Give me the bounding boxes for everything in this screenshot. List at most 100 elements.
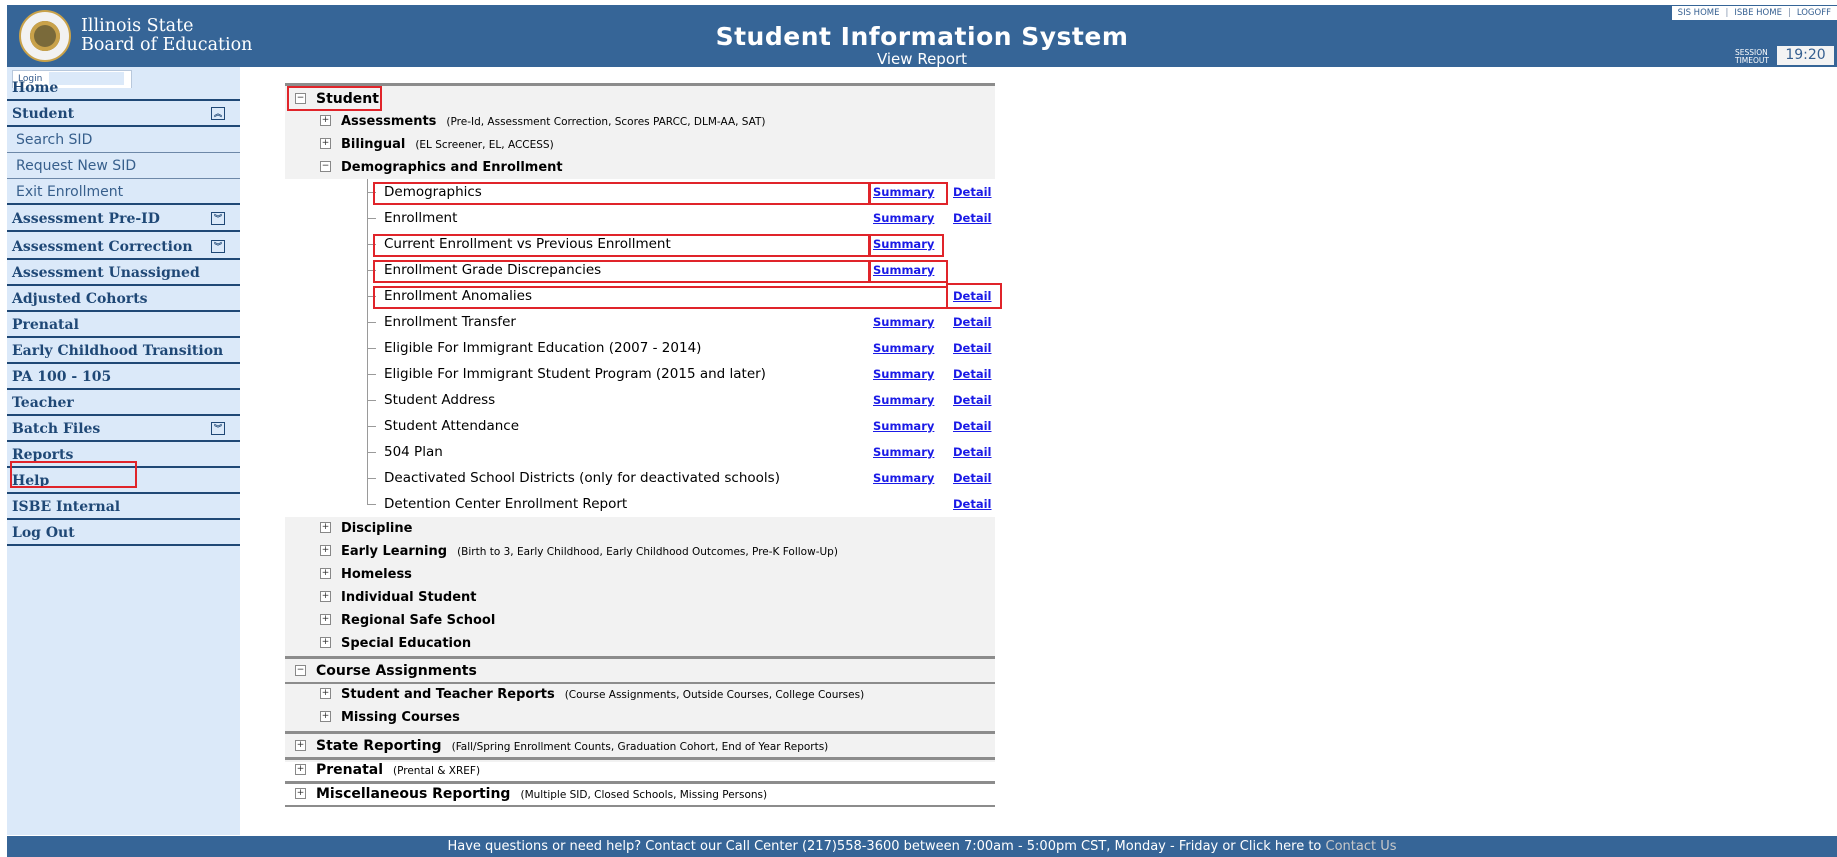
summary-link[interactable]: Summary (873, 413, 934, 439)
category-prenatal[interactable]: + Prenatal (Prental & XREF) (285, 758, 1005, 782)
detail-link[interactable]: Detail (953, 465, 992, 491)
summary-link[interactable]: Summary (873, 361, 934, 387)
sidebar-item-prenatal[interactable]: Prenatal (7, 312, 240, 338)
sidebar-item-exit-enrollment[interactable]: Exit Enrollment (7, 179, 240, 205)
category-label: Miscellaneous Reporting (316, 786, 511, 802)
report-row: Eligible For Immigrant Student Program (… (285, 361, 995, 387)
sidebar-item-batch-files[interactable]: Batch Files ︾ (7, 416, 240, 442)
sidebar-item-label: Exit Enrollment (16, 184, 124, 200)
subcategory-student-teacher-reports[interactable]: + Student and Teacher Reports (Course Assi… (320, 683, 864, 706)
category-course-assignments[interactable]: − Course Assignments (285, 659, 1005, 683)
summary-link[interactable]: Summary (873, 439, 934, 465)
summary-link[interactable]: Summary (873, 205, 934, 231)
detail-link[interactable]: Detail (953, 387, 992, 413)
expand-icon[interactable]: + (320, 568, 331, 579)
logoff-link[interactable]: LOGOFF (1797, 8, 1831, 18)
sidebar-item-early-childhood-transition[interactable]: Early Childhood Transition (7, 338, 240, 364)
subcategory-homeless[interactable]: + Homeless (320, 563, 412, 586)
sidebar-item-pa-100-105[interactable]: PA 100 - 105 (7, 364, 240, 390)
sidebar-item-search-sid[interactable]: Search SID (7, 127, 240, 153)
sis-home-link[interactable]: SIS HOME (1678, 8, 1720, 18)
collapse-icon[interactable]: − (320, 161, 331, 172)
summary-link[interactable]: Summary (873, 465, 934, 491)
chevron-down-icon[interactable]: ︾ (211, 240, 225, 253)
subcategory-special-education[interactable]: + Special Education (320, 632, 471, 655)
subcategory-bilingual[interactable]: + Bilingual (EL Screener, EL, ACCESS) (320, 133, 554, 156)
expand-icon[interactable]: + (320, 614, 331, 625)
detail-link[interactable]: Detail (953, 413, 992, 439)
expand-icon[interactable]: + (320, 115, 331, 126)
session-timer: 19:20 (1777, 46, 1834, 65)
category-state-reporting[interactable]: + State Reporting (Fall/Spring Enrollment … (285, 734, 1005, 758)
detail-link[interactable]: Detail (953, 179, 992, 205)
subcategory-early-learning[interactable]: + Early Learning (Birth to 3, Early Childh… (320, 540, 838, 563)
sidebar-item-label: Assessment Pre-ID (12, 211, 160, 227)
chevron-down-icon[interactable]: ︾ (211, 422, 225, 435)
sidebar-item-assessment-unassigned[interactable]: Assessment Unassigned (7, 260, 240, 286)
detail-link[interactable]: Detail (953, 361, 992, 387)
expand-icon[interactable]: + (320, 522, 331, 533)
expand-icon[interactable]: + (320, 138, 331, 149)
summary-link[interactable]: Summary (873, 387, 934, 413)
expand-icon[interactable]: + (295, 787, 306, 799)
sidebar-item-isbe-internal[interactable]: ISBE Internal (7, 494, 240, 520)
session-label-2: TIMEOUT (1735, 56, 1769, 65)
expand-icon[interactable]: + (320, 591, 331, 602)
detail-link[interactable]: Detail (953, 439, 992, 465)
expand-icon[interactable]: + (320, 637, 331, 648)
subcategory-label: Individual Student (341, 590, 477, 605)
subcategory-label: Assessments (341, 114, 437, 129)
sidebar-item-student[interactable]: Student ︽ (7, 101, 240, 127)
category-student[interactable]: − Student (285, 87, 1005, 111)
student-highlight-box (287, 86, 382, 111)
chevron-down-icon[interactable]: ︾ (211, 212, 225, 225)
detail-link[interactable]: Detail (953, 205, 992, 231)
expand-icon[interactable]: + (295, 739, 306, 751)
expand-icon[interactable]: + (320, 545, 331, 556)
contact-us-link[interactable]: Contact Us (1326, 839, 1397, 854)
category-desc: (Multiple SID, Closed Schools, Missing P… (520, 789, 768, 801)
sidebar-item-log-out[interactable]: Log Out (7, 520, 240, 546)
sidebar-item-label: Assessment Correction (12, 239, 193, 255)
sidebar-item-adjusted-cohorts[interactable]: Adjusted Cohorts (7, 286, 240, 312)
report-row: Student Address Summary Detail (285, 387, 995, 413)
subcategory-label: Regional Safe School (341, 613, 496, 628)
report-name: Eligible For Immigrant Student Program (… (384, 366, 766, 382)
top-links: SIS HOME | ISBE HOME | LOGOFF (1671, 6, 1837, 20)
subcategory-demographics-enrollment[interactable]: − Demographics and Enrollment (320, 156, 563, 179)
subcategory-discipline[interactable]: + Discipline (320, 517, 412, 540)
summary-link[interactable]: Summary (873, 335, 934, 361)
detail-link[interactable]: Detail (953, 491, 992, 517)
detail-link[interactable]: Detail (953, 335, 992, 361)
subcategory-desc: (EL Screener, EL, ACCESS) (415, 139, 554, 151)
sidebar-item-teacher[interactable]: Teacher (7, 390, 240, 416)
sidebar-item-label: Log Out (12, 525, 75, 541)
detail-link[interactable]: Detail (953, 309, 992, 335)
sidebar-item-assessment-pre-id[interactable]: Assessment Pre-ID ︾ (7, 206, 240, 232)
subcategory-label: Homeless (341, 567, 412, 582)
summary-link[interactable]: Summary (873, 309, 934, 335)
subcategory-missing-courses[interactable]: + Missing Courses (320, 706, 460, 729)
expand-icon[interactable]: + (320, 711, 331, 722)
expand-icon[interactable]: + (295, 763, 306, 775)
subcategory-desc: (Course Assignments, Outside Courses, Co… (564, 689, 865, 701)
subcategory-assessments[interactable]: + Assessments (Pre-Id, Assessment Correcti… (320, 110, 766, 133)
subcategory-individual-student[interactable]: + Individual Student (320, 586, 477, 609)
subcategory-desc: (Pre-Id, Assessment Correction, Scores P… (446, 116, 766, 128)
reports-highlight-box (10, 461, 137, 488)
category-miscellaneous-reporting[interactable]: + Miscellaneous Reporting (Multiple SID, C… (285, 782, 1005, 806)
chevron-up-icon[interactable]: ︽ (211, 107, 225, 120)
collapse-icon[interactable]: − (295, 664, 306, 676)
sidebar-item-label: PA 100 - 105 (12, 369, 112, 385)
sidebar-item-home[interactable]: Home (7, 75, 240, 101)
sidebar-item-assessment-correction[interactable]: Assessment Correction ︾ (7, 234, 240, 260)
subcategory-regional-safe-school[interactable]: + Regional Safe School (320, 609, 495, 632)
expand-icon[interactable]: + (320, 688, 331, 699)
subcategory-label: Special Education (341, 636, 472, 651)
report-row: Eligible For Immigrant Education (2007 -… (285, 335, 995, 361)
grade-discrepancies-highlight-box (373, 260, 871, 283)
category-desc: (Fall/Spring Enrollment Counts, Graduati… (451, 741, 829, 753)
isbe-home-link[interactable]: ISBE HOME (1734, 8, 1782, 18)
sidebar-item-request-new-sid[interactable]: Request New SID (7, 153, 240, 179)
report-name: Student Attendance (384, 418, 520, 434)
